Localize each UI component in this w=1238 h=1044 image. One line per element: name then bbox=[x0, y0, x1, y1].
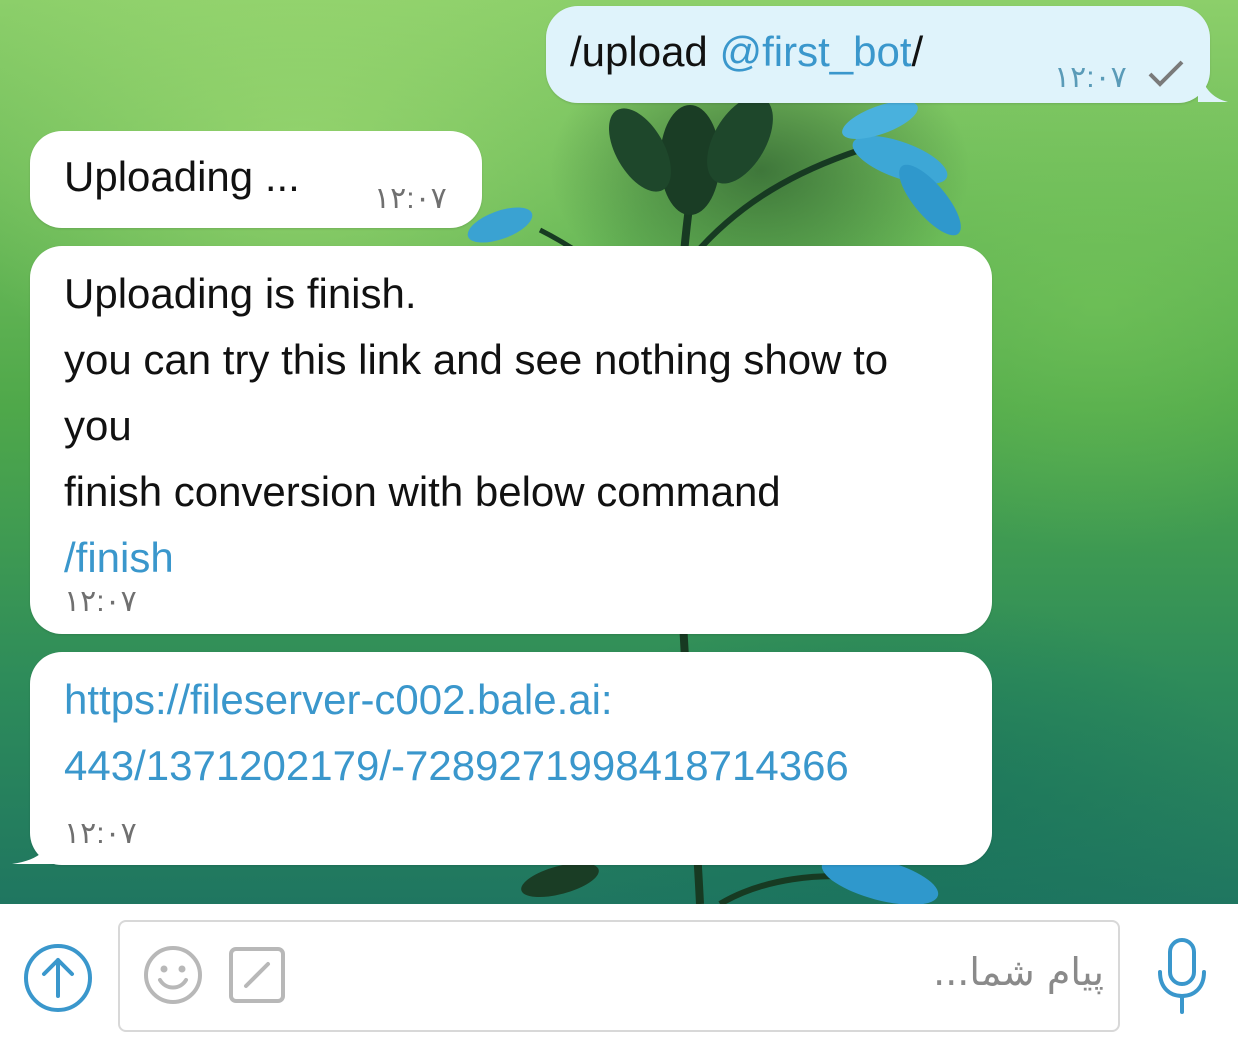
mention-link[interactable]: @first_bot bbox=[719, 28, 911, 75]
file-url-link[interactable]: https://fileserver-c002.bale.ai: bbox=[64, 676, 613, 724]
message-line: you can try this link and see nothing sh… bbox=[64, 336, 889, 383]
finish-command-link[interactable]: /finish bbox=[64, 534, 174, 582]
command-text: /upload bbox=[570, 28, 708, 75]
message-input[interactable]: پیام شما... bbox=[118, 920, 1120, 1032]
check-icon bbox=[1148, 60, 1184, 87]
message-outgoing[interactable]: /upload @first_bot/ ۱۲:۰۷ bbox=[546, 6, 1210, 103]
file-url-link-continued[interactable]: 443/1371202179/-7289271998418714366 bbox=[64, 742, 849, 790]
outgoing-bubble-tail bbox=[1198, 64, 1228, 102]
message-incoming[interactable]: Uploading is finish. you can try this li… bbox=[30, 246, 992, 634]
command-suffix: / bbox=[911, 28, 924, 75]
upload-arrow-icon[interactable] bbox=[22, 942, 94, 1014]
message-incoming[interactable]: https://fileserver-c002.bale.ai: 443/137… bbox=[30, 652, 992, 865]
message-time: ۱۲:۰۷ bbox=[1054, 61, 1127, 94]
message-time: ۱۲:۰۷ bbox=[64, 585, 137, 618]
message-incoming[interactable]: Uploading ... ۱۲:۰۷ bbox=[30, 131, 482, 228]
message-line: you bbox=[64, 402, 132, 449]
message-text: /upload @first_bot/ bbox=[570, 28, 923, 76]
chat-background: /upload @first_bot/ ۱۲:۰۷ Uploading ... … bbox=[0, 0, 1238, 904]
composer-bar: پیام شما... bbox=[0, 904, 1238, 1044]
incoming-bubble-tail bbox=[12, 826, 56, 864]
message-time: ۱۲:۰۷ bbox=[374, 182, 447, 215]
slash-command-icon[interactable] bbox=[228, 946, 286, 1004]
message-time: ۱۲:۰۷ bbox=[64, 817, 137, 850]
message-line: finish conversion with below command bbox=[64, 468, 781, 515]
smiley-icon[interactable] bbox=[142, 944, 204, 1006]
microphone-icon[interactable] bbox=[1152, 934, 1212, 1018]
message-line: Uploading is finish. bbox=[64, 270, 417, 317]
message-placeholder: پیام شما... bbox=[933, 950, 1104, 994]
message-text: Uploading ... bbox=[64, 153, 300, 200]
